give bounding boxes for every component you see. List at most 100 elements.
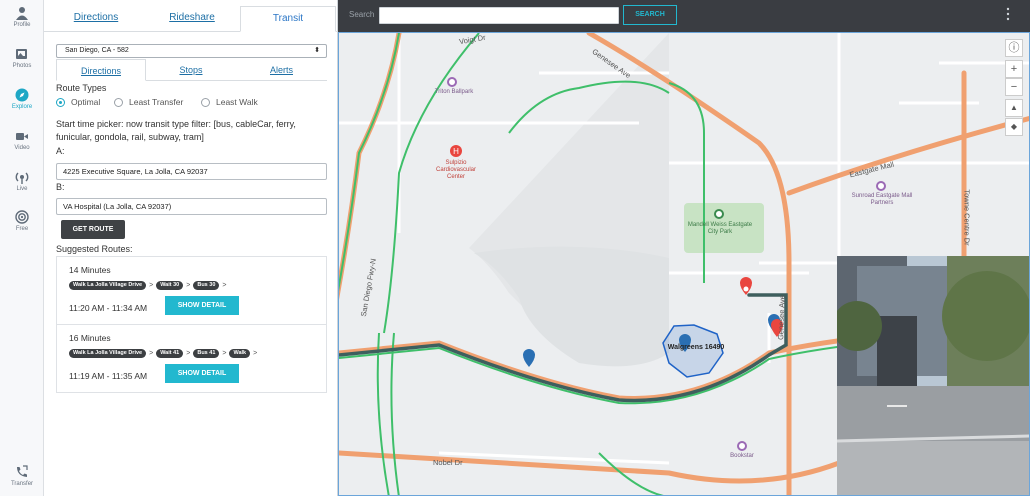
compass-button[interactable]: ◆	[1005, 118, 1023, 136]
chevron-right-icon: >	[149, 282, 154, 289]
select-arrows-icon: ⬍	[314, 47, 320, 54]
street-label-nobel: Nobel Dr	[433, 458, 463, 467]
chevron-right-icon: >	[186, 282, 191, 289]
north-arrow-icon: ◆	[1010, 122, 1018, 131]
chevron-right-icon: >	[253, 350, 258, 357]
map-view[interactable]: H Voigt Dr Genesee Ave Eastgate Mall Tow…	[338, 32, 1030, 496]
radio-dot	[201, 97, 210, 107]
plus-icon: +	[1010, 63, 1018, 75]
route-select-value: San Diego, CA - 582	[65, 47, 129, 54]
street-label-genesee-right: Genesee Ave	[776, 294, 787, 341]
route-card: 16 Minutes Walk La Jolla Village Drive > …	[56, 324, 327, 393]
poi-marker-icon	[737, 441, 747, 451]
poi-mandell: Mandell Weiss Eastgate City Park	[687, 222, 753, 235]
layers-button[interactable]: ⓘ	[1005, 39, 1023, 57]
tab-directions[interactable]: Directions	[48, 6, 144, 32]
route-time-range: 11:20 AM - 11:34 AM	[69, 303, 148, 313]
to-label: B:	[56, 182, 65, 192]
nav-label-profile: Profile	[13, 22, 31, 28]
transit-panel: Directions Rideshare Transit San Diego, …	[44, 0, 338, 496]
nav-item-free[interactable]: Free	[0, 210, 44, 232]
route-steps: Walk La Jolla Village Drive > Wait 41 > Bu…	[69, 349, 260, 358]
park-marker-icon	[714, 209, 724, 219]
tab-transit[interactable]: Transit	[240, 6, 336, 32]
radio-dot	[114, 97, 123, 107]
step-chip: Walk La Jolla Village Drive	[69, 281, 147, 290]
search-input[interactable]	[379, 7, 619, 24]
poi-sulpizio: Sulpizio Cardiovascular Center	[435, 160, 477, 180]
poi-marker-icon	[447, 77, 457, 87]
live-icon	[15, 172, 29, 184]
nav-item-explore[interactable]: Explore	[0, 88, 44, 110]
nav-label-free: Free	[15, 226, 29, 232]
search-button[interactable]: SEARCH	[623, 5, 677, 25]
subtab-alerts[interactable]: Alerts	[236, 59, 327, 81]
nav-item-transfer[interactable]: Transfer	[0, 465, 44, 487]
nav-label-explore: Explore	[11, 104, 33, 110]
suggested-routes-heading: Suggested Routes:	[56, 244, 133, 254]
chevron-right-icon: >	[149, 350, 154, 357]
free-icon	[15, 210, 29, 224]
transit-sub-tabs: Directions Stops Alerts	[56, 59, 327, 81]
poi-sunroad: Sunroad Eastgate Mall Partners	[851, 193, 913, 206]
search-bar: Search SEARCH	[338, 0, 1030, 32]
subtab-stops[interactable]: Stops	[146, 59, 236, 81]
subtab-directions[interactable]: Directions	[56, 59, 146, 81]
route-select[interactable]: San Diego, CA - 582 ⬍	[56, 44, 327, 58]
info-icon: ⓘ	[1008, 42, 1020, 54]
pegman-icon: ▲	[1010, 103, 1018, 112]
compass-icon	[15, 88, 29, 102]
nav-item-profile[interactable]: Profile	[0, 6, 44, 28]
radio-least-transfer[interactable]: Least Transfer	[114, 96, 183, 108]
poi-triton: Triton Ballpark	[434, 89, 474, 95]
radio-optimal[interactable]: Optimal	[56, 96, 100, 108]
step-chip: Bus 30	[193, 281, 220, 290]
street-label-towne-centre: Towne Centre Dr	[962, 189, 972, 246]
route-card: 14 Minutes Walk La Jolla Village Drive > …	[56, 256, 327, 325]
poi-bookstar: Bookstar	[730, 453, 754, 459]
nav-label-video: Video	[14, 145, 30, 151]
from-label: A:	[56, 146, 65, 156]
poi-marker-icon	[876, 181, 886, 191]
zoom-out-button[interactable]: −	[1005, 78, 1023, 96]
nav-label-live: Live	[16, 186, 28, 192]
zoom-in-button[interactable]: +	[1005, 60, 1023, 78]
radio-least-walk[interactable]: Least Walk	[201, 96, 258, 108]
street-view-image[interactable]	[837, 256, 1029, 495]
chevron-right-icon: >	[186, 350, 191, 357]
route-duration: 14 Minutes	[69, 265, 111, 275]
step-chip: Bus 41	[193, 349, 220, 358]
minus-icon: −	[1010, 81, 1018, 93]
nav-item-photos[interactable]: Photos	[0, 47, 44, 69]
step-chip: Wait 41	[156, 349, 184, 358]
to-input[interactable]: VA Hospital (La Jolla, CA 92037)	[56, 198, 327, 215]
svg-text:H: H	[453, 147, 459, 156]
route-steps: Walk La Jolla Village Drive > Wait 30 > Bu…	[69, 281, 229, 290]
step-chip: Wait 30	[156, 281, 184, 290]
radio-label-least-walk: Least Walk	[216, 97, 258, 107]
video-icon	[16, 133, 28, 140]
search-label: Search	[349, 10, 375, 19]
poi-walgreens: Walgreens 16490	[667, 344, 725, 351]
app-root: Profile Photos Explore Video Live Free T…	[0, 0, 1030, 496]
route-duration: 16 Minutes	[69, 333, 111, 343]
show-detail-button[interactable]: SHOW DETAIL	[165, 364, 239, 383]
filter-info-text: Start time picker: now transit type filt…	[56, 119, 296, 142]
nav-label-photos: Photos	[12, 63, 32, 69]
nav-item-video[interactable]: Video	[0, 129, 44, 151]
photos-icon	[16, 49, 27, 59]
person-icon	[16, 7, 28, 20]
nav-item-live[interactable]: Live	[0, 170, 44, 192]
route-time-range: 11:19 AM - 11:35 AM	[69, 371, 148, 381]
tab-rideshare[interactable]: Rideshare	[144, 6, 240, 32]
route-types-heading: Route Types	[56, 83, 107, 93]
get-route-button[interactable]: GET ROUTE	[61, 220, 125, 239]
phone-transfer-icon	[17, 465, 28, 477]
radio-label-least-transfer: Least Transfer	[129, 97, 184, 107]
pegman-button[interactable]: ▲	[1005, 99, 1023, 117]
from-input[interactable]: 4225 Executive Square, La Jolla, CA 9203…	[56, 163, 327, 180]
step-chip: Walk	[229, 349, 251, 358]
chevron-right-icon: >	[222, 282, 227, 289]
more-vertical-icon[interactable]	[1006, 7, 1010, 21]
show-detail-button[interactable]: SHOW DETAIL	[165, 296, 239, 315]
